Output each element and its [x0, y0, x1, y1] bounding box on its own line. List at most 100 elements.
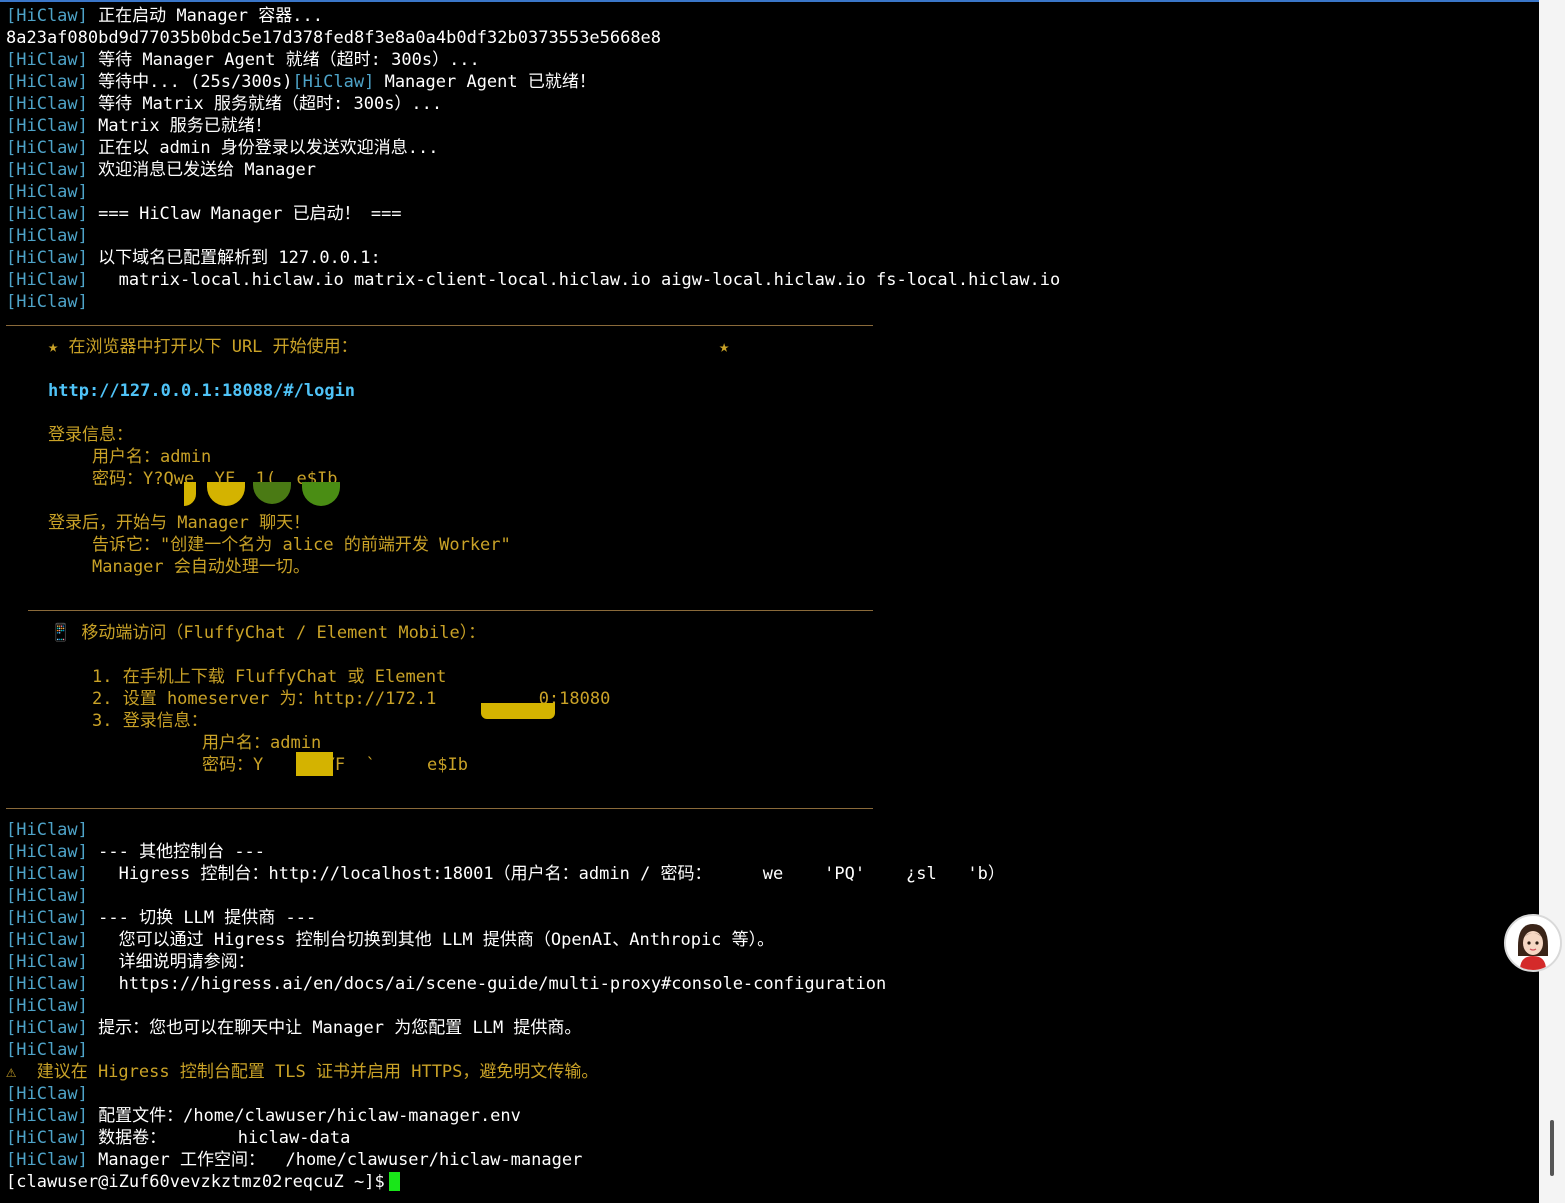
log-tag: [HiClaw]	[6, 1040, 88, 1060]
box-divider	[6, 808, 873, 809]
log-text: 配置文件：/home/clawuser/hiclaw-manager.env	[98, 1106, 521, 1126]
mobile-access-heading: 📱 移动端访问（FluffyChat / Element Mobile）：	[50, 622, 485, 644]
log-line: [HiClaw]	[6, 1083, 88, 1105]
log-text: 详细说明请参阅：	[98, 952, 255, 972]
terminal-window[interactable]: [HiClaw] 正在启动 Manager 容器... 8a23af080bd9…	[0, 0, 1539, 1203]
login-url-link[interactable]: http://127.0.0.1:18088/#/login	[48, 380, 355, 402]
container-id: 8a23af080bd9d77035b0bdc5e17d378fed8f3e8a…	[6, 28, 662, 48]
log-tag: [HiClaw]	[6, 908, 88, 928]
log-text: 欢迎消息已发送给 Manager	[98, 160, 317, 180]
step-text: 1. 在手机上下载 FluffyChat 或 Element	[92, 667, 447, 687]
log-tag: [HiClaw]	[6, 248, 88, 268]
log-text: matrix-local.hiclaw.io matrix-client-loc…	[98, 270, 1061, 290]
log-text: 数据卷： hiclaw-data	[98, 1128, 351, 1148]
auto-handle-text: Manager 会自动处理一切。	[92, 557, 310, 577]
redaction-mark	[207, 482, 245, 506]
after-login-text: 登录后，开始与 Manager 聊天！	[48, 513, 311, 533]
log-tag: [HiClaw]	[6, 160, 88, 180]
log-tag: [HiClaw]	[292, 72, 375, 92]
log-text: 正在启动 Manager 容器...	[98, 6, 323, 26]
log-text: 您可以通过 Higress 控制台切换到其他 LLM 提供商（OpenAI、An…	[98, 930, 775, 950]
log-text: 等待 Matrix 服务就绪（超时: 300s）...	[98, 94, 443, 114]
log-tag: [HiClaw]	[6, 182, 88, 202]
login-username: 用户名：admin	[92, 446, 211, 468]
log-line: [HiClaw]	[6, 885, 88, 907]
log-line: [HiClaw] 以下域名已配置解析到 127.0.0.1:	[6, 247, 381, 269]
log-text: Higress 控制台：http://localhost:18001（用户名：a…	[98, 864, 1005, 884]
log-tag: [HiClaw]	[6, 820, 88, 840]
log-tag: [HiClaw]	[6, 886, 88, 906]
log-line: [HiClaw] --- 其他控制台 ---	[6, 841, 265, 863]
log-line: [HiClaw] 提示：您也可以在聊天中让 Manager 为您配置 LLM 提…	[6, 1017, 581, 1039]
scrollbar-thumb[interactable]	[1550, 1120, 1554, 1176]
log-line: [HiClaw] 正在启动 Manager 容器...	[6, 5, 323, 27]
log-text: 等待 Manager Agent 就绪（超时: 300s）...	[98, 50, 480, 70]
log-text: Manager 工作空间： /home/clawuser/hiclaw-mana…	[98, 1150, 583, 1170]
star-icon: ★	[719, 336, 729, 358]
log-text: 以下域名已配置解析到 127.0.0.1:	[98, 248, 381, 268]
log-text: 提示：您也可以在聊天中让 Manager 为您配置 LLM 提供商。	[98, 1018, 582, 1038]
log-line: 8a23af080bd9d77035b0bdc5e17d378fed8f3e8a…	[6, 27, 661, 49]
log-tag: [HiClaw]	[6, 864, 88, 884]
mobile-access-text: 📱 移动端访问（FluffyChat / Element Mobile）：	[50, 623, 486, 643]
assistant-avatar-icon[interactable]	[1504, 914, 1562, 972]
log-line: [HiClaw] Manager 工作空间： /home/clawuser/hi…	[6, 1149, 582, 1171]
log-line: [HiClaw] 数据卷： hiclaw-data	[6, 1127, 350, 1149]
login-url-text[interactable]: http://127.0.0.1:18088/#/login	[48, 381, 355, 401]
shell-prompt: [clawuser@iZuf60vevzkztmz02reqcuZ ~]$	[6, 1172, 385, 1192]
log-line: [HiClaw] 等待 Manager Agent 就绪（超时: 300s）..…	[6, 49, 480, 71]
avatar-illustration	[1506, 916, 1560, 970]
log-line: [HiClaw] 欢迎消息已发送给 Manager	[6, 159, 316, 181]
mobile-step-3: 3. 登录信息：	[92, 710, 208, 732]
scrollbar[interactable]	[1539, 0, 1565, 1203]
redaction-mark	[184, 482, 196, 506]
log-line: [HiClaw] matrix-local.hiclaw.io matrix-c…	[6, 269, 1060, 291]
log-tag: [HiClaw]	[6, 116, 88, 136]
log-line: [HiClaw] 等待 Matrix 服务就绪（超时: 300s）...	[6, 93, 442, 115]
username-text: 用户名：admin	[92, 447, 212, 467]
log-line: [HiClaw]	[6, 1039, 88, 1061]
log-tag: [HiClaw]	[6, 72, 88, 92]
shell-prompt-line[interactable]: [clawuser@iZuf60vevzkztmz02reqcuZ ~]$	[6, 1171, 400, 1193]
window-accent-bar	[0, 0, 1539, 2]
tell-it-line: 告诉它："创建一个名为 alice 的前端开发 Worker"	[92, 534, 511, 556]
box-divider	[28, 610, 873, 611]
box-divider	[6, 325, 873, 326]
log-tag: [HiClaw]	[6, 204, 88, 224]
username-text: 用户名：admin	[202, 733, 322, 753]
redaction-mark	[481, 703, 555, 719]
log-line: [HiClaw] https://higress.ai/en/docs/ai/s…	[6, 973, 886, 995]
open-url-heading: ★ 在浏览器中打开以下 URL 开始使用：	[48, 336, 358, 358]
redaction-mark	[296, 752, 333, 776]
log-tag: [HiClaw]	[6, 138, 88, 158]
text-cursor[interactable]	[388, 1172, 400, 1191]
log-line: [HiClaw] 配置文件：/home/clawuser/hiclaw-mana…	[6, 1105, 521, 1127]
log-line: [HiClaw]	[6, 181, 88, 203]
warning-text: ⚠ 建议在 Higress 控制台配置 TLS 证书并启用 HTTPS，避免明文…	[6, 1062, 599, 1082]
log-tag: [HiClaw]	[6, 50, 88, 70]
log-line: [HiClaw] 详细说明请参阅：	[6, 951, 255, 973]
log-tag: [HiClaw]	[6, 930, 88, 950]
log-line: [HiClaw] 等待中... (25s/300s)[HiClaw] Manag…	[6, 71, 596, 93]
step-text: 3. 登录信息：	[92, 711, 208, 731]
star-glyph: ★	[719, 337, 730, 357]
log-tag: [HiClaw]	[6, 974, 88, 994]
log-tag: [HiClaw]	[6, 1150, 88, 1170]
log-line: [HiClaw]	[6, 225, 88, 247]
tls-warning-line: ⚠ 建议在 Higress 控制台配置 TLS 证书并启用 HTTPS，避免明文…	[6, 1061, 598, 1083]
docs-url: https://higress.ai/en/docs/ai/scene-guid…	[98, 974, 887, 994]
mobile-password: 密码：Y YF ` e$Ib	[202, 754, 468, 776]
password-text: 密码：Y YF ` e$Ib	[202, 755, 468, 775]
log-tag: [HiClaw]	[6, 996, 88, 1016]
log-tag: [HiClaw]	[6, 1084, 88, 1104]
log-line: [HiClaw]	[6, 819, 88, 841]
redaction-mark	[253, 482, 291, 504]
log-line: [HiClaw]	[6, 995, 88, 1017]
log-tag: [HiClaw]	[6, 6, 88, 26]
log-tag: [HiClaw]	[6, 94, 88, 114]
log-text: --- 切换 LLM 提供商 ---	[98, 908, 317, 928]
log-tag: [HiClaw]	[6, 270, 88, 290]
log-line: [HiClaw] 您可以通过 Higress 控制台切换到其他 LLM 提供商（…	[6, 929, 774, 951]
log-tag: [HiClaw]	[6, 952, 88, 972]
login-info-title: 登录信息：	[48, 424, 133, 446]
